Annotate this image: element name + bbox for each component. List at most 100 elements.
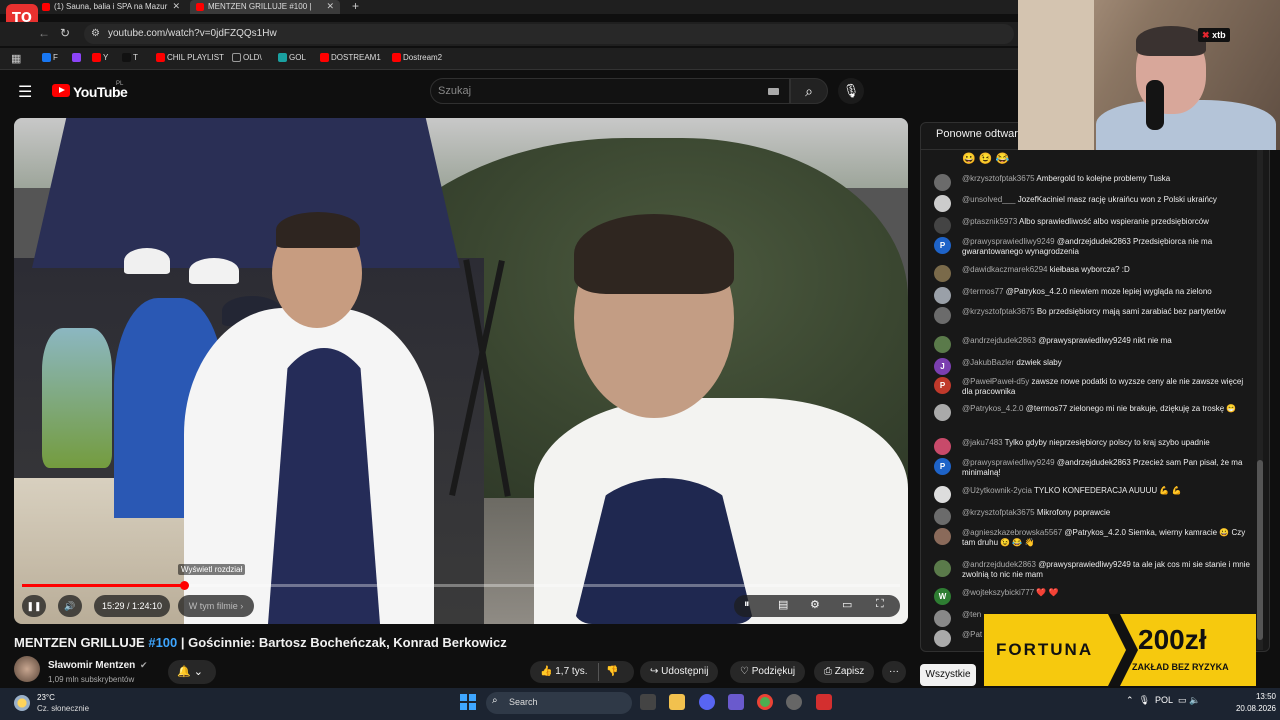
chat-avatar[interactable] xyxy=(934,287,951,304)
search-box[interactable] xyxy=(430,78,790,104)
bookmark-folder-old[interactable]: OLD\ xyxy=(232,53,262,62)
chat-avatar[interactable]: P xyxy=(934,458,951,475)
obs-icon[interactable] xyxy=(786,694,802,710)
search-input[interactable]: Szukaj xyxy=(438,85,471,97)
chat-author[interactable]: @ptasznik5973 xyxy=(962,217,1017,226)
chat-author[interactable]: @andrzejdudek2863 xyxy=(962,560,1036,569)
language-indicator[interactable]: POL xyxy=(1155,695,1173,705)
channel-name[interactable]: Sławomir Mentzen xyxy=(48,660,135,671)
notifications-button[interactable]: 🔔 ⌄ xyxy=(168,660,216,684)
more-actions-button[interactable]: ··· xyxy=(882,661,906,683)
chat-avatar[interactable] xyxy=(934,486,951,503)
streaming-app-icon[interactable] xyxy=(816,694,832,710)
chat-author[interactable]: @andrzejdudek2863 xyxy=(962,336,1036,345)
progress-scrubber[interactable] xyxy=(180,581,189,590)
chrome-icon[interactable] xyxy=(757,694,773,710)
fullscreen-icon[interactable]: ⛶ xyxy=(876,598,884,611)
volume-button[interactable]: 🔊 xyxy=(58,595,82,617)
voice-search-button[interactable]: 🎙 xyxy=(838,78,864,104)
pause-button[interactable]: ❚❚ xyxy=(22,595,46,617)
chat-author[interactable]: @Użytkownik-2ycia xyxy=(962,486,1032,495)
chat-avatar[interactable] xyxy=(934,508,951,525)
taskbar-search-box[interactable] xyxy=(486,692,632,714)
chat-author[interactable]: @termos77 xyxy=(962,287,1003,296)
save-button[interactable]: ⎙ Zapisz xyxy=(814,661,875,683)
chat-author[interactable]: @krzysztofptak3675 xyxy=(962,307,1035,316)
clock-date[interactable]: 20.08.2026 xyxy=(1228,704,1276,713)
theater-mode-icon[interactable]: ▭ xyxy=(842,598,852,611)
chat-avatar[interactable] xyxy=(934,528,951,545)
thanks-button[interactable]: ♡ Podziękuj xyxy=(730,661,806,683)
reload-icon[interactable]: ↻ xyxy=(60,26,70,40)
chat-avatar[interactable] xyxy=(934,265,951,282)
keyboard-icon[interactable] xyxy=(768,88,779,95)
chat-author[interactable]: @krzysztofptak3675 xyxy=(962,508,1035,517)
share-button[interactable]: ↪ Udostępnij xyxy=(640,661,719,683)
weather-sun-icon[interactable] xyxy=(14,695,30,711)
chat-avatar[interactable] xyxy=(934,438,951,455)
channel-avatar[interactable] xyxy=(14,656,40,682)
search-button[interactable]: ⌕ xyxy=(790,78,828,104)
chat-author[interactable]: @agnieszkazebrowska5567 xyxy=(962,528,1062,537)
chat-avatar[interactable] xyxy=(934,630,951,647)
chat-avatar[interactable] xyxy=(934,217,951,234)
thumbs-down-icon[interactable]: 👎 xyxy=(606,661,618,683)
bookmark-dostream2[interactable]: Dostream2 xyxy=(392,53,442,62)
hamburger-menu-icon[interactable]: ☰ xyxy=(18,82,32,102)
chat-author[interactable]: @ten xyxy=(962,610,981,619)
chat-avatar[interactable] xyxy=(934,610,951,627)
chat-avatar[interactable] xyxy=(934,560,951,577)
chat-author[interactable]: @JakubBazler xyxy=(962,358,1014,367)
chat-author[interactable]: @Patrykos_4.2.0 xyxy=(962,404,1023,413)
taskbar-search-input[interactable]: Search xyxy=(509,697,538,707)
apps-grid-icon[interactable]: ▦ xyxy=(11,52,21,65)
new-tab-button[interactable]: + xyxy=(352,0,359,13)
windows-start-icon[interactable] xyxy=(460,694,476,710)
close-tab-icon[interactable]: ✕ xyxy=(172,0,180,13)
chat-avatar[interactable] xyxy=(934,195,951,212)
chat-avatar[interactable]: P xyxy=(934,377,951,394)
chat-author[interactable]: @PawełPaweł-d5y xyxy=(962,377,1029,386)
bookmark-gol[interactable]: GOL xyxy=(278,53,306,62)
bookmark-facebook[interactable]: F xyxy=(42,53,58,62)
chat-author[interactable]: @unsolved___ xyxy=(962,195,1016,204)
task-view-icon[interactable] xyxy=(640,694,656,710)
site-info-icon[interactable]: ⚙ xyxy=(91,28,100,39)
chat-author[interactable]: @dawidkaczmarek6294 xyxy=(962,265,1048,274)
chat-author[interactable]: @Pat xyxy=(962,630,982,639)
subtitles-icon[interactable]: ▤ xyxy=(778,598,788,611)
discord-icon[interactable] xyxy=(699,694,715,710)
video-player[interactable] xyxy=(14,118,908,624)
chat-author[interactable]: @jaku7483 xyxy=(962,438,1003,447)
browser-tab-sauna[interactable]: (1) Sauna, balia i SPA na Mazur ✕ xyxy=(36,0,186,14)
weather-temperature[interactable]: 23°C xyxy=(37,693,55,702)
autoplay-toggle-icon[interactable]: ⏸ xyxy=(744,598,750,611)
weather-description[interactable]: Cz. słonecznie xyxy=(37,704,89,713)
chat-avatar[interactable] xyxy=(934,307,951,324)
chat-author[interactable]: @krzysztofptak3675 xyxy=(962,174,1035,183)
chat-author[interactable]: @wojtekszybicki777 xyxy=(962,588,1034,597)
hashtag-link[interactable]: #100 xyxy=(148,635,177,650)
file-explorer-icon[interactable] xyxy=(669,694,685,710)
settings-gear-icon[interactable]: ⚙ xyxy=(810,598,820,611)
chat-filter-button[interactable]: Wszystkie xyxy=(920,664,976,686)
system-tray[interactable]: ⌃ 🎙 POL ▭ 🔈 xyxy=(1126,695,1200,706)
chat-author[interactable]: @prawysprawiedliwy9249 xyxy=(962,458,1055,467)
back-icon[interactable]: ← xyxy=(38,26,50,40)
bookmark-chil-playlist[interactable]: CHIL PLAYLIST xyxy=(156,53,224,62)
close-tab-icon[interactable]: ✕ xyxy=(326,0,334,13)
url-text[interactable]: youtube.com/watch?v=0jdFZQQs1Hw xyxy=(108,28,277,39)
chapters-button[interactable]: W tym filmie › xyxy=(178,595,254,617)
chat-avatar[interactable]: J xyxy=(934,358,951,375)
bookmark-dostream1[interactable]: DOSTREAM1 xyxy=(320,53,381,62)
bookmark-x[interactable]: T xyxy=(122,53,138,62)
chat-author[interactable]: @prawysprawiedliwy9249 xyxy=(962,237,1055,246)
youtube-logo-icon[interactable] xyxy=(52,84,70,97)
app-sparkle-icon[interactable] xyxy=(728,694,744,710)
chat-scrollbar-thumb[interactable] xyxy=(1257,460,1263,640)
chat-avatar[interactable] xyxy=(934,336,951,353)
chat-avatar[interactable] xyxy=(934,174,951,191)
chat-avatar[interactable] xyxy=(934,404,951,421)
chat-avatar[interactable]: P xyxy=(934,237,951,254)
bookmark-youtube[interactable]: Y xyxy=(92,53,108,62)
